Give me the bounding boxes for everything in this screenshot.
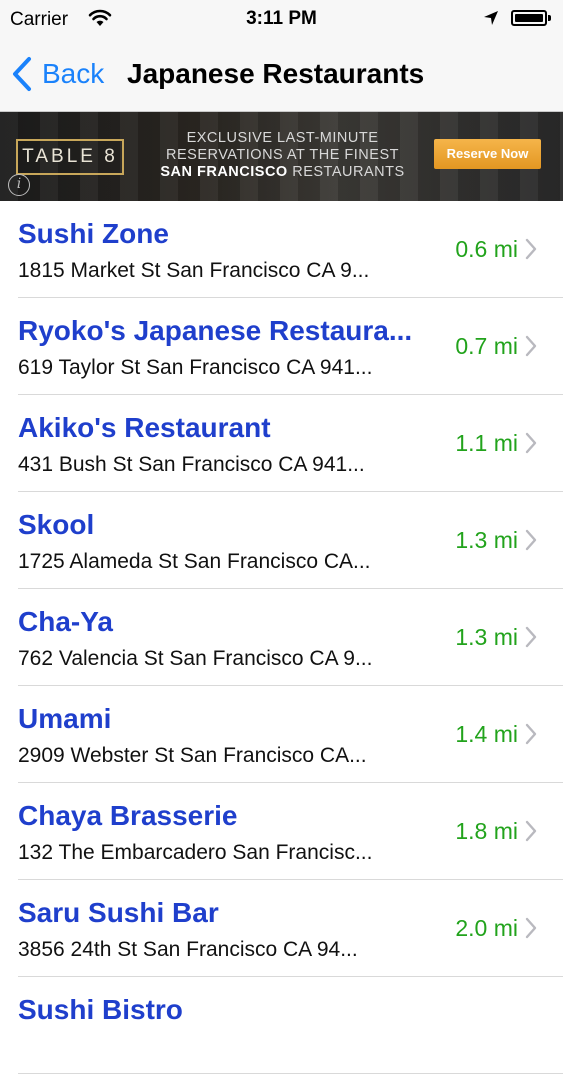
restaurant-list: Sushi Zone 1815 Market St San Francisco … bbox=[0, 201, 563, 1074]
ad-line-3: SAN FRANCISCO RESTAURANTS bbox=[140, 164, 425, 181]
ad-text: EXCLUSIVE LAST-MINUTE RESERVATIONS AT TH… bbox=[140, 130, 425, 181]
restaurant-name: Ryoko's Japanese Restaura... bbox=[18, 315, 413, 346]
list-item[interactable]: Ryoko's Japanese Restaura... 619 Taylor … bbox=[0, 298, 563, 395]
chevron-right-icon bbox=[525, 432, 537, 454]
battery-icon bbox=[511, 10, 547, 26]
chevron-left-icon bbox=[13, 57, 31, 91]
restaurant-name: Saru Sushi Bar bbox=[18, 897, 219, 928]
restaurant-address: 431 Bush St San Francisco CA 941... bbox=[18, 453, 365, 476]
restaurant-distance: 1.3 mi bbox=[455, 527, 518, 553]
restaurant-address: 3856 24th St San Francisco CA 94... bbox=[18, 938, 358, 961]
ad-line-3-bold: SAN FRANCISCO bbox=[160, 164, 288, 180]
restaurant-distance: 0.7 mi bbox=[455, 333, 518, 359]
restaurant-name: Umami bbox=[18, 703, 112, 734]
restaurant-address: 2909 Webster St San Francisco CA... bbox=[18, 744, 367, 767]
restaurant-address: 1725 Alameda St San Francisco CA... bbox=[18, 550, 371, 573]
restaurant-address: 132 The Embarcadero San Francisc... bbox=[18, 841, 373, 864]
status-bar: Carrier 3:11 PM bbox=[0, 0, 563, 38]
restaurant-address: 762 Valencia St San Francisco CA 9... bbox=[18, 647, 373, 670]
restaurant-name: Skool bbox=[18, 509, 95, 540]
restaurant-distance: 1.3 mi bbox=[455, 624, 518, 650]
restaurant-distance: 1.8 mi bbox=[455, 818, 518, 844]
restaurant-distance: 2.0 mi bbox=[455, 915, 518, 941]
list-item[interactable]: Sushi Bistro bbox=[0, 977, 563, 1074]
location-arrow-icon bbox=[484, 11, 498, 25]
list-item[interactable]: Akiko's Restaurant 431 Bush St San Franc… bbox=[0, 395, 563, 492]
restaurant-distance: 0.6 mi bbox=[455, 236, 518, 262]
restaurant-name: Cha-Ya bbox=[18, 606, 113, 637]
restaurant-address: 619 Taylor St San Francisco CA 941... bbox=[18, 356, 373, 379]
chevron-right-icon bbox=[525, 335, 537, 357]
chevron-right-icon bbox=[525, 529, 537, 551]
list-item[interactable]: Skool 1725 Alameda St San Francisco CA..… bbox=[0, 492, 563, 589]
ad-line-3-rest: RESTAURANTS bbox=[287, 164, 405, 180]
reserve-now-button[interactable]: Reserve Now bbox=[434, 139, 541, 169]
clock: 3:11 PM bbox=[246, 8, 317, 29]
chevron-right-icon bbox=[525, 723, 537, 745]
list-item[interactable]: Chaya Brasserie 132 The Embarcadero San … bbox=[0, 783, 563, 880]
list-item[interactable]: Saru Sushi Bar 3856 24th St San Francisc… bbox=[0, 880, 563, 977]
ad-banner[interactable]: TABLE 8 EXCLUSIVE LAST-MINUTE RESERVATIO… bbox=[0, 112, 563, 201]
restaurant-name: Sushi Bistro bbox=[18, 994, 183, 1025]
chevron-right-icon bbox=[525, 626, 537, 648]
chevron-right-icon bbox=[525, 238, 537, 260]
info-icon[interactable]: i bbox=[8, 174, 30, 196]
page-title: Japanese Restaurants bbox=[127, 58, 425, 89]
list-item[interactable]: Umami 2909 Webster St San Francisco CA..… bbox=[0, 686, 563, 783]
list-item[interactable]: Cha-Ya 762 Valencia St San Francisco CA … bbox=[0, 589, 563, 686]
ad-line-1: EXCLUSIVE LAST-MINUTE bbox=[186, 130, 379, 146]
list-item[interactable]: Sushi Zone 1815 Market St San Francisco … bbox=[0, 201, 563, 298]
restaurant-name: Chaya Brasserie bbox=[18, 800, 238, 831]
restaurant-name: Akiko's Restaurant bbox=[18, 412, 271, 443]
battery-tip bbox=[548, 15, 551, 21]
ad-line-2: RESERVATIONS AT THE FINEST bbox=[166, 147, 399, 163]
ad-brand-logo: TABLE 8 bbox=[16, 139, 124, 175]
back-label: Back bbox=[42, 58, 105, 89]
back-button[interactable]: Back bbox=[10, 54, 104, 94]
navigation-bar: Back Japanese Restaurants bbox=[0, 38, 563, 112]
chevron-right-icon bbox=[525, 917, 537, 939]
restaurant-address: 1815 Market St San Francisco CA 9... bbox=[18, 259, 370, 282]
chevron-right-icon bbox=[525, 820, 537, 842]
restaurant-distance: 1.1 mi bbox=[455, 430, 518, 456]
restaurant-distance: 1.4 mi bbox=[455, 721, 518, 747]
restaurant-name: Sushi Zone bbox=[18, 218, 169, 249]
